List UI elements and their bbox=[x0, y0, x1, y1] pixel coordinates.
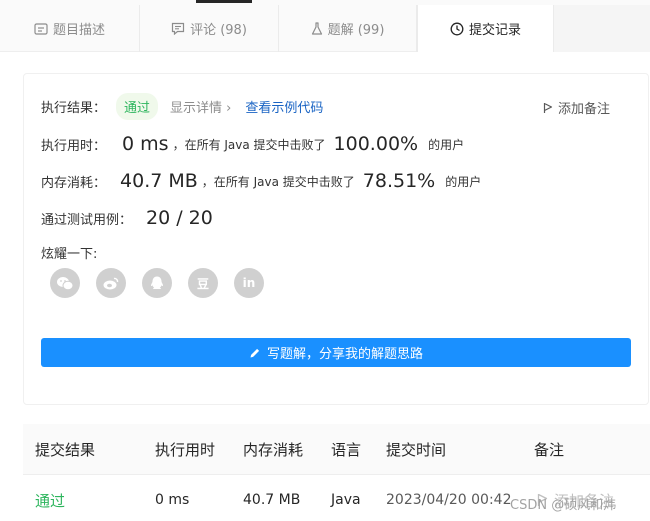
memory-row: 内存消耗： 40.7 MB ，在所有 Java 提交中击败了 78.51% 的用… bbox=[41, 167, 481, 195]
column-header-runtime: 执行用时 bbox=[155, 440, 216, 459]
tab-solutions-label: 题解 (99) bbox=[327, 23, 385, 38]
column-header-result: 提交结果 bbox=[35, 440, 96, 459]
column-header-language: 语言 bbox=[331, 440, 362, 459]
tab-submissions[interactable]: 提交记录 bbox=[417, 5, 554, 52]
testcases-value: 20 / 20 bbox=[146, 207, 213, 229]
write-solution-button[interactable]: 写题解，分享我的解题思路 bbox=[41, 338, 631, 367]
memory-suffix: 的用户 bbox=[445, 174, 482, 189]
row-language: Java bbox=[331, 492, 361, 508]
submission-result-card: 执行结果： 通过 显示详情 › 查看示例代码 添加备注 执行用时： 0 ms ，… bbox=[23, 73, 649, 405]
column-header-note: 备注 bbox=[534, 440, 565, 459]
comment-icon bbox=[171, 22, 185, 35]
tab-comments[interactable]: 评论 (98) bbox=[140, 5, 279, 52]
description-icon bbox=[34, 22, 48, 35]
pencil-icon bbox=[249, 347, 261, 359]
douban-icon[interactable]: 豆 bbox=[188, 268, 218, 298]
memory-value: 40.7 MB bbox=[120, 170, 198, 192]
tab-bar: 题目描述 评论 (98) 题解 (99) 提交记录 bbox=[0, 0, 650, 52]
tab-submissions-label: 提交记录 bbox=[468, 23, 521, 38]
status-badge: 通过 bbox=[116, 92, 159, 120]
tab-solutions[interactable]: 题解 (99) bbox=[279, 5, 417, 52]
tab-bar-filler bbox=[554, 5, 650, 52]
flag-icon bbox=[543, 102, 553, 114]
row-result-link[interactable]: 通过 bbox=[35, 475, 65, 521]
tab-description-label: 题目描述 bbox=[52, 23, 105, 38]
column-header-memory: 内存消耗 bbox=[243, 440, 304, 459]
column-header-time: 提交时间 bbox=[386, 440, 447, 459]
write-solution-label: 写题解，分享我的解题思路 bbox=[266, 347, 423, 362]
runtime-label: 执行用时： bbox=[41, 138, 107, 154]
share-buttons: 豆 in bbox=[50, 267, 280, 299]
row-runtime: 0 ms bbox=[155, 492, 190, 508]
weibo-icon[interactable] bbox=[96, 268, 126, 298]
tab-comments-label: 评论 (98) bbox=[190, 23, 247, 38]
runtime-suffix: 的用户 bbox=[428, 137, 465, 152]
runtime-percent: 100.00% bbox=[333, 133, 419, 155]
result-label: 执行结果： bbox=[41, 100, 107, 116]
table-header: 提交结果 执行用时 内存消耗 语言 提交时间 备注 bbox=[23, 424, 650, 474]
memory-text: ，在所有 Java 提交中击败了 bbox=[201, 174, 355, 189]
share-label-row: 炫耀一下: bbox=[41, 241, 97, 263]
add-note-label: 添加备注 bbox=[558, 102, 611, 117]
tab-scroll-indicator bbox=[196, 0, 252, 3]
show-details-link[interactable]: 显示详情 › bbox=[170, 97, 231, 116]
memory-label: 内存消耗： bbox=[41, 175, 107, 191]
memory-percent: 78.51% bbox=[362, 170, 436, 192]
linkedin-icon[interactable]: in bbox=[234, 268, 264, 298]
runtime-row: 执行用时： 0 ms ，在所有 Java 提交中击败了 100.00% 的用户 bbox=[41, 130, 464, 158]
testcases-label: 通过测试用例： bbox=[41, 212, 133, 228]
watermark: CSDN @硕风和炜 bbox=[510, 498, 617, 513]
row-submit-time: 2023/04/20 00:42 bbox=[386, 492, 512, 508]
tab-description[interactable]: 题目描述 bbox=[0, 5, 140, 52]
clock-icon bbox=[450, 22, 464, 36]
view-example-code-link[interactable]: 查看示例代码 bbox=[245, 97, 323, 116]
row-memory: 40.7 MB bbox=[243, 492, 301, 508]
runtime-value: 0 ms bbox=[122, 133, 169, 155]
share-label: 炫耀一下: bbox=[41, 246, 98, 262]
flask-icon bbox=[311, 21, 323, 36]
result-row: 执行结果： 通过 显示详情 › 查看示例代码 bbox=[41, 92, 323, 120]
testcases-row: 通过测试用例： 20 / 20 bbox=[41, 204, 213, 232]
runtime-text: ，在所有 Java 提交中击败了 bbox=[172, 137, 326, 152]
qq-icon[interactable] bbox=[142, 268, 172, 298]
add-note-button[interactable]: 添加备注 bbox=[543, 98, 610, 117]
wechat-icon[interactable] bbox=[50, 268, 80, 298]
